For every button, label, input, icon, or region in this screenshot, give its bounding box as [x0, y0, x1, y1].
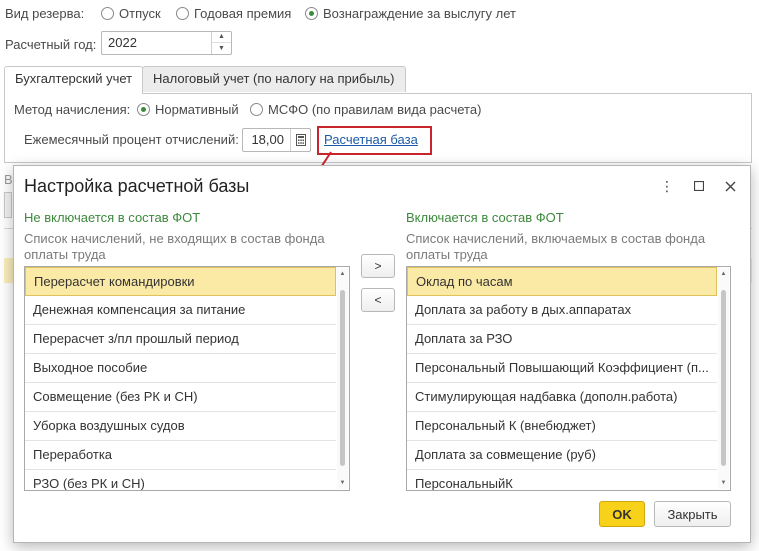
- list-item[interactable]: Стимулирующая надбавка (дополн.работа): [407, 383, 717, 412]
- calculation-base-link[interactable]: Расчетная база: [324, 132, 418, 147]
- year-value: 2022: [108, 35, 137, 50]
- ok-button[interactable]: OK: [599, 501, 645, 527]
- tab-tax-accounting[interactable]: Налоговый учет (по налогу на прибыль): [142, 66, 406, 92]
- reserve-option-seniority-reward[interactable]: Вознаграждение за выслугу лет: [305, 6, 516, 21]
- tab-accounting[interactable]: Бухгалтерский учет: [4, 66, 144, 94]
- scroll-thumb[interactable]: [721, 290, 726, 466]
- radio-normative[interactable]: [137, 103, 150, 116]
- scroll-thumb[interactable]: [340, 290, 345, 466]
- list-item[interactable]: Доплата за работу в дых.аппаратах: [407, 296, 717, 325]
- reserve-option-label: Годовая премия: [194, 6, 292, 21]
- more-actions-icon[interactable]: ⋮: [657, 176, 677, 196]
- left-scrollbar[interactable]: ▲ ▼: [337, 268, 348, 489]
- list-item[interactable]: Доплата за совмещение (руб): [407, 441, 717, 470]
- close-button[interactable]: Закрыть: [654, 501, 731, 527]
- radio-vacation[interactable]: [101, 7, 114, 20]
- right-description: Список начислений, включаемых в состав ф…: [406, 231, 706, 262]
- list-item[interactable]: ПерсональныйК: [407, 470, 717, 490]
- list-item[interactable]: Уборка воздушных судов: [25, 412, 336, 441]
- method-option-label: Нормативный: [155, 102, 239, 117]
- reserve-option-label: Вознаграждение за выслугу лет: [323, 6, 516, 21]
- left-description: Список начислений, не входящих в состав …: [24, 231, 325, 262]
- method-label: Метод начисления:: [14, 102, 131, 117]
- move-right-button[interactable]: >: [361, 254, 395, 278]
- method-option-label: МСФО (по правилам вида расчета): [268, 102, 482, 117]
- radio-ifrs[interactable]: [250, 103, 263, 116]
- scroll-up-icon[interactable]: ▲: [718, 268, 729, 280]
- scroll-down-icon[interactable]: ▼: [718, 477, 729, 489]
- right-scrollbar[interactable]: ▲ ▼: [718, 268, 729, 489]
- scroll-down-icon[interactable]: ▼: [337, 477, 348, 489]
- radio-annual-bonus[interactable]: [176, 7, 189, 20]
- year-field[interactable]: 2022 ▲ ▼: [101, 31, 232, 55]
- percent-value: 18,00: [251, 132, 284, 147]
- list-item[interactable]: Денежная компенсация за питание: [25, 296, 336, 325]
- dialog-title: Настройка расчетной базы: [24, 176, 250, 196]
- list-item[interactable]: Оклад по часам: [407, 267, 717, 296]
- background-button-fragment: [4, 192, 12, 218]
- method-option-normative[interactable]: Нормативный: [137, 102, 239, 117]
- radio-seniority-reward[interactable]: [305, 7, 318, 20]
- list-item[interactable]: Перерасчет з/пл прошлый период: [25, 325, 336, 354]
- included-list[interactable]: Оклад по часам Доплата за работу в дых.а…: [406, 266, 731, 491]
- scroll-up-icon[interactable]: ▲: [337, 268, 348, 280]
- method-option-ifrs[interactable]: МСФО (по правилам вида расчета): [250, 102, 481, 117]
- list-item[interactable]: Персональный К (внебюджет): [407, 412, 717, 441]
- excluded-list[interactable]: Перерасчет командировки Денежная компенс…: [24, 266, 350, 491]
- reserve-option-annual-bonus[interactable]: Годовая премия: [176, 6, 291, 21]
- list-item[interactable]: Переработка: [25, 441, 336, 470]
- maximize-icon[interactable]: [689, 176, 709, 196]
- reserve-type-label: Вид резерва:: [5, 6, 85, 21]
- left-heading: Не включается в состав ФОТ: [24, 210, 201, 225]
- percent-field[interactable]: 18,00: [242, 128, 311, 152]
- year-label: Расчетный год:: [5, 37, 97, 52]
- move-left-button[interactable]: <: [361, 288, 395, 312]
- list-item[interactable]: Персональный Повышающий Коэффициент (п..…: [407, 354, 717, 383]
- reserve-option-label: Отпуск: [119, 6, 161, 21]
- calculator-icon[interactable]: [290, 129, 310, 151]
- list-item[interactable]: Доплата за РЗО: [407, 325, 717, 354]
- list-item[interactable]: Перерасчет командировки: [25, 267, 336, 296]
- reserve-option-vacation[interactable]: Отпуск: [101, 6, 161, 21]
- list-item[interactable]: Совмещение (без РК и СН): [25, 383, 336, 412]
- right-heading: Включается в состав ФОТ: [406, 210, 564, 225]
- spin-down-icon[interactable]: ▼: [212, 43, 231, 54]
- list-item[interactable]: РЗО (без РК и СН): [25, 470, 336, 490]
- year-spinner[interactable]: ▲ ▼: [211, 32, 231, 54]
- list-item[interactable]: Выходное пособие: [25, 354, 336, 383]
- close-icon[interactable]: [720, 176, 740, 196]
- background-text-fragment: В: [4, 172, 13, 187]
- percent-label: Ежемесячный процент отчислений:: [24, 132, 239, 147]
